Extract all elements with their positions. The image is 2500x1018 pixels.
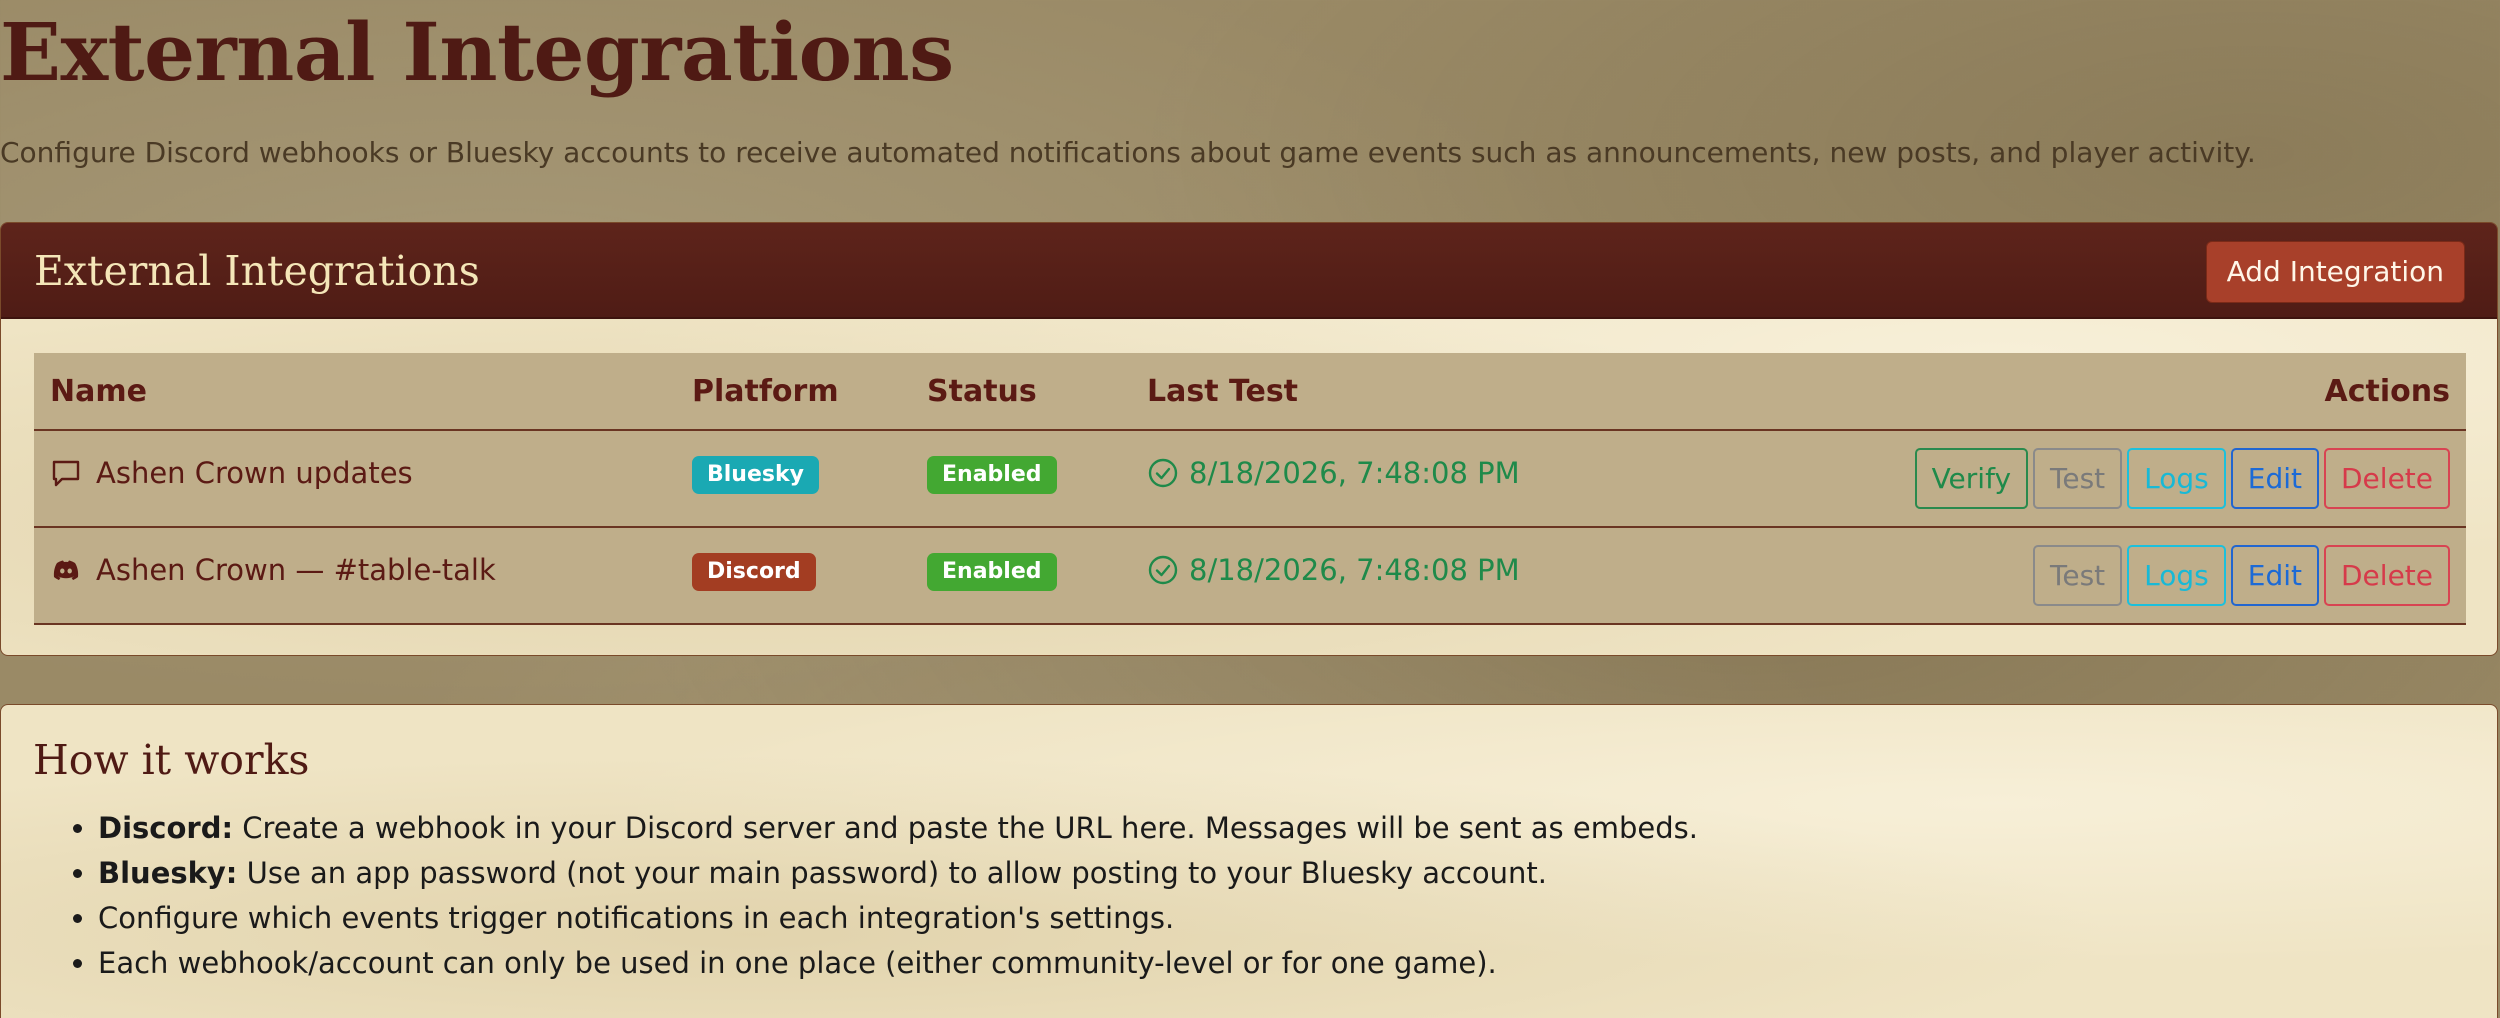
- delete-button[interactable]: Delete: [2324, 448, 2450, 509]
- cell-last-test: 8/18/2026, 7:48:08 PM: [1131, 527, 1707, 625]
- list-item-text: Use an app password (not your main passw…: [237, 856, 1547, 890]
- table-header-row: Name Platform Status Last Test Actions: [34, 353, 2466, 431]
- integrations-table: Name Platform Status Last Test Actions A…: [34, 353, 2466, 625]
- edit-button[interactable]: Edit: [2230, 448, 2319, 509]
- cell-platform: Discord: [676, 527, 911, 625]
- cell-actions: Test Logs Edit Delete: [1707, 527, 2466, 625]
- table-row: Ashen Crown updates Bluesky Enabled 8/18…: [34, 430, 2466, 528]
- list-item-text: Each webhook/account can only be used in…: [98, 946, 1497, 980]
- list-item: Each webhook/account can only be used in…: [98, 941, 1698, 986]
- integrations-table-wrap: Name Platform Status Last Test Actions A…: [34, 353, 2466, 625]
- how-it-works-list: Discord: Create a webhook in your Discor…: [33, 806, 1698, 986]
- status-badge: Enabled: [927, 552, 1057, 591]
- page-title: External Integrations: [0, 5, 954, 99]
- chat-bubble-icon: [50, 457, 82, 489]
- column-header-last-test: Last Test: [1131, 353, 1707, 431]
- platform-badge: Bluesky: [692, 455, 819, 494]
- list-item: Discord: Create a webhook in your Discor…: [98, 806, 1698, 851]
- list-item-label: Bluesky:: [98, 856, 238, 890]
- cell-name: Ashen Crown — #table-talk: [34, 527, 676, 625]
- delete-button[interactable]: Delete: [2324, 545, 2450, 606]
- integrations-card-title: External Integrations: [34, 247, 480, 295]
- list-item-text: Configure which events trigger notificat…: [98, 901, 1175, 935]
- cell-platform: Bluesky: [676, 430, 911, 528]
- cell-name: Ashen Crown updates: [34, 430, 676, 528]
- logs-button[interactable]: Logs: [2127, 545, 2226, 606]
- logs-button[interactable]: Logs: [2127, 448, 2226, 509]
- verify-button[interactable]: Verify: [1914, 448, 2029, 509]
- cell-last-test: 8/18/2026, 7:48:08 PM: [1131, 430, 1707, 528]
- platform-badge: Discord: [692, 552, 816, 591]
- column-header-platform: Platform: [676, 353, 911, 431]
- list-item-label: Discord:: [98, 811, 234, 845]
- test-button[interactable]: Test: [2033, 448, 2123, 509]
- integration-name: Ashen Crown updates: [96, 455, 413, 490]
- list-item: Bluesky: Use an app password (not your m…: [98, 851, 1698, 896]
- page-description: Configure Discord webhooks or Bluesky ac…: [0, 136, 2256, 169]
- test-button[interactable]: Test: [2033, 545, 2123, 606]
- integrations-card: External Integrations Add Integration Na…: [0, 222, 2498, 656]
- last-test-timestamp: 8/18/2026, 7:48:08 PM: [1189, 552, 1520, 587]
- add-integration-button[interactable]: Add Integration: [2205, 241, 2465, 303]
- edit-button[interactable]: Edit: [2230, 545, 2319, 606]
- list-item: Configure which events trigger notificat…: [98, 896, 1698, 941]
- list-item-text: Create a webhook in your Discord server …: [233, 811, 1698, 845]
- table-row: Ashen Crown — #table-talk Discord Enable…: [34, 527, 2466, 625]
- cell-status: Enabled: [911, 527, 1131, 625]
- column-header-actions: Actions: [1707, 353, 2466, 431]
- column-header-status: Status: [911, 353, 1131, 431]
- cell-status: Enabled: [911, 430, 1131, 528]
- discord-icon: [50, 554, 82, 586]
- check-circle-icon: [1147, 457, 1179, 489]
- column-header-name: Name: [34, 353, 676, 431]
- integration-name: Ashen Crown — #table-talk: [96, 552, 496, 587]
- check-circle-icon: [1147, 554, 1179, 586]
- how-it-works-title: How it works: [33, 736, 310, 784]
- last-test-timestamp: 8/18/2026, 7:48:08 PM: [1189, 455, 1520, 490]
- status-badge: Enabled: [927, 455, 1057, 494]
- integrations-card-header: External Integrations Add Integration: [1, 223, 2497, 319]
- cell-actions: Verify Test Logs Edit Delete: [1707, 430, 2466, 528]
